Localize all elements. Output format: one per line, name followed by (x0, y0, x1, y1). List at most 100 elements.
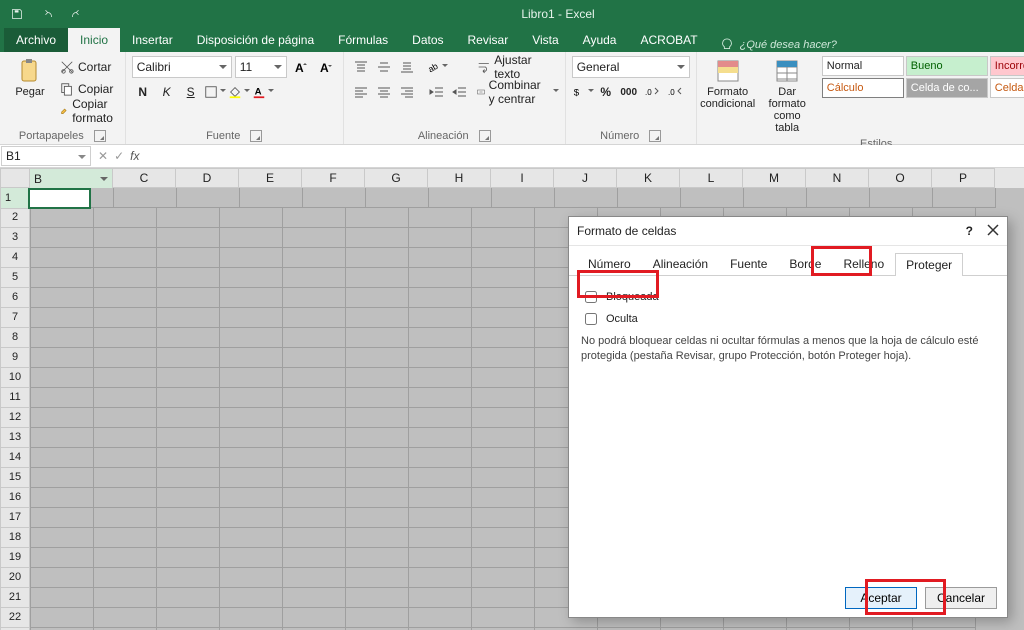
cell[interactable] (157, 608, 220, 628)
cell[interactable] (157, 508, 220, 528)
cell[interactable] (409, 608, 472, 628)
cell[interactable] (472, 488, 535, 508)
increase-decimal-button[interactable]: .0 (641, 81, 663, 103)
cell[interactable] (157, 428, 220, 448)
tab-file[interactable]: Archivo (4, 28, 68, 52)
col-header-K[interactable]: K (617, 168, 680, 188)
cell[interactable] (157, 528, 220, 548)
tab-formulas[interactable]: Fórmulas (326, 28, 400, 52)
cell-styles-gallery[interactable]: Normal Bueno Incorrect Cálculo Celda de … (822, 56, 1024, 98)
cell[interactable] (30, 368, 94, 388)
cell[interactable] (409, 308, 472, 328)
cell[interactable] (157, 308, 220, 328)
row-header[interactable]: 10 (0, 368, 30, 388)
cell[interactable] (94, 408, 157, 428)
name-box[interactable]: B1 (1, 146, 91, 166)
col-header-D[interactable]: D (176, 168, 239, 188)
undo-icon[interactable] (36, 3, 58, 25)
cell[interactable] (472, 208, 535, 228)
row-header[interactable]: 5 (0, 268, 30, 288)
cell[interactable] (870, 188, 933, 208)
cell[interactable] (94, 388, 157, 408)
cell[interactable] (30, 448, 94, 468)
cell[interactable] (472, 588, 535, 608)
cell[interactable] (30, 488, 94, 508)
cell[interactable] (346, 548, 409, 568)
cell[interactable] (807, 188, 870, 208)
cell[interactable] (409, 528, 472, 548)
cell[interactable] (472, 388, 535, 408)
thousands-button[interactable]: 000 (618, 81, 640, 103)
cell[interactable] (94, 588, 157, 608)
cell[interactable] (283, 488, 346, 508)
cell[interactable] (283, 408, 346, 428)
cell[interactable] (94, 428, 157, 448)
orientation-button[interactable]: ab (426, 56, 448, 78)
cell[interactable] (94, 468, 157, 488)
col-header-H[interactable]: H (428, 168, 491, 188)
cell[interactable] (94, 328, 157, 348)
help-button[interactable]: ? (966, 224, 973, 238)
paste-button[interactable]: Pegar (6, 56, 54, 100)
decrease-indent-button[interactable] (426, 81, 448, 103)
cell[interactable] (220, 388, 283, 408)
cell[interactable] (157, 248, 220, 268)
cell[interactable] (94, 488, 157, 508)
col-header-O[interactable]: O (869, 168, 932, 188)
align-middle-button[interactable] (373, 56, 395, 78)
cell[interactable] (157, 568, 220, 588)
cell[interactable] (220, 528, 283, 548)
dlg-tab-relleno[interactable]: Relleno (832, 252, 895, 275)
cell[interactable] (472, 308, 535, 328)
dialog-launcher-icon[interactable] (250, 130, 262, 142)
cell[interactable] (366, 188, 429, 208)
cell[interactable] (94, 608, 157, 628)
cell[interactable] (157, 348, 220, 368)
cell[interactable] (409, 508, 472, 528)
dlg-tab-proteger[interactable]: Proteger (895, 253, 963, 276)
select-all-corner[interactable] (0, 168, 30, 188)
cell[interactable] (220, 328, 283, 348)
cell[interactable] (157, 208, 220, 228)
cell[interactable] (283, 448, 346, 468)
cell[interactable] (472, 328, 535, 348)
align-left-button[interactable] (350, 81, 372, 103)
dlg-tab-fuente[interactable]: Fuente (719, 252, 778, 275)
cell[interactable] (157, 328, 220, 348)
dialog-launcher-icon[interactable] (94, 130, 106, 142)
cell[interactable] (157, 588, 220, 608)
cell[interactable] (30, 308, 94, 328)
cell[interactable] (157, 548, 220, 568)
cell[interactable] (346, 228, 409, 248)
redo-icon[interactable] (66, 3, 88, 25)
row-header[interactable]: 16 (0, 488, 30, 508)
cell[interactable] (409, 248, 472, 268)
dlg-tab-alineacion[interactable]: Alineación (642, 252, 719, 275)
percent-button[interactable]: % (595, 81, 617, 103)
row-header[interactable]: 6 (0, 288, 30, 308)
hidden-checkbox[interactable] (585, 313, 597, 325)
cell[interactable] (94, 368, 157, 388)
cell[interactable] (409, 348, 472, 368)
hidden-checkbox-row[interactable]: Oculta (581, 310, 995, 328)
cell[interactable] (346, 208, 409, 228)
cell[interactable] (346, 348, 409, 368)
tab-acrobat[interactable]: ACROBAT (628, 28, 709, 52)
cell[interactable] (94, 308, 157, 328)
cell[interactable] (220, 608, 283, 628)
format-painter-button[interactable]: Copiar formato (60, 100, 119, 122)
cell[interactable] (346, 608, 409, 628)
cell[interactable] (94, 568, 157, 588)
cell[interactable] (472, 568, 535, 588)
font-size-select[interactable]: 11 (235, 56, 287, 78)
cell[interactable] (283, 348, 346, 368)
cell[interactable] (472, 248, 535, 268)
cell[interactable] (346, 288, 409, 308)
cancel-formula-icon[interactable]: ✕ (98, 149, 108, 163)
locked-checkbox[interactable] (585, 291, 597, 303)
cell[interactable] (30, 348, 94, 368)
col-header-C[interactable]: C (113, 168, 176, 188)
cell[interactable] (220, 588, 283, 608)
cell[interactable] (409, 388, 472, 408)
cell[interactable] (220, 568, 283, 588)
